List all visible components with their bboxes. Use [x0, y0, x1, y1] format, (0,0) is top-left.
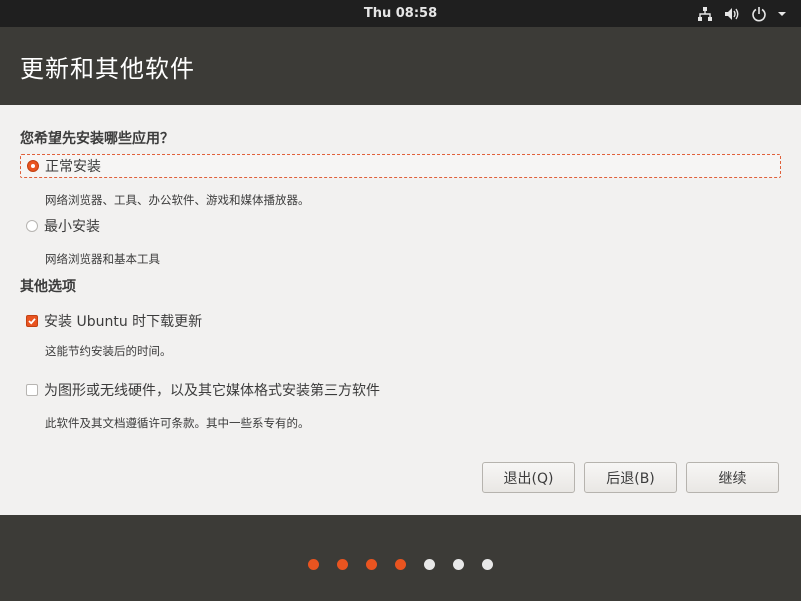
progress-dot-4 — [395, 559, 406, 570]
back-button[interactable]: 后退(B) — [584, 462, 677, 493]
normal-install-description: 网络浏览器、工具、办公软件、游戏和媒体播放器。 — [45, 193, 310, 207]
normal-install-radio[interactable]: 正常安装 — [20, 154, 781, 178]
content-panel: 您希望先安装哪些应用？ 正常安装 网络浏览器、工具、办公软件、游戏和媒体播放器。… — [0, 105, 801, 515]
third-party-software-checkbox[interactable]: 为图形或无线硬件，以及其它媒体格式安装第三方软件 — [20, 378, 380, 402]
progress-dot-5 — [424, 559, 435, 570]
menu-arrow-icon[interactable] — [777, 6, 787, 22]
install-question: 您希望先安装哪些应用？ — [20, 131, 174, 147]
network-icon[interactable] — [697, 6, 713, 22]
progress-dots — [0, 559, 801, 570]
other-options-title: 其他选项 — [20, 279, 76, 295]
minimal-install-label: 最小安装 — [44, 219, 100, 235]
radio-selected-icon[interactable] — [27, 160, 39, 172]
minimal-install-radio[interactable]: 最小安装 — [20, 214, 100, 238]
progress-dot-6 — [453, 559, 464, 570]
checkbox-unchecked-icon[interactable] — [26, 384, 38, 396]
download-updates-label: 安装 Ubuntu 时下载更新 — [44, 314, 203, 330]
top-bar: Thu 08:58 — [0, 0, 801, 27]
radio-unselected-icon[interactable] — [26, 220, 38, 232]
progress-dot-1 — [308, 559, 319, 570]
continue-button[interactable]: 继续 — [686, 462, 779, 493]
third-party-software-description: 此软件及其文档遵循许可条款。其中一些系专有的。 — [45, 416, 310, 430]
download-updates-description: 这能节约安装后的时间。 — [45, 344, 172, 358]
power-icon[interactable] — [751, 6, 767, 22]
installer-footer — [0, 515, 801, 601]
progress-dot-3 — [366, 559, 377, 570]
progress-dot-7 — [482, 559, 493, 570]
window-header: 更新和其他软件 — [0, 27, 801, 105]
system-tray[interactable] — [697, 0, 787, 27]
normal-install-label: 正常安装 — [45, 159, 101, 175]
quit-button[interactable]: 退出(Q) — [482, 462, 575, 493]
clock[interactable]: Thu 08:58 — [0, 0, 801, 27]
progress-dot-2 — [337, 559, 348, 570]
download-updates-checkbox[interactable]: 安装 Ubuntu 时下载更新 — [20, 309, 202, 333]
minimal-install-description: 网络浏览器和基本工具 — [45, 252, 160, 266]
third-party-software-label: 为图形或无线硬件，以及其它媒体格式安装第三方软件 — [44, 383, 380, 399]
page-title: 更新和其他软件 — [20, 55, 195, 83]
checkbox-checked-icon[interactable] — [26, 315, 38, 327]
volume-icon[interactable] — [723, 6, 741, 22]
